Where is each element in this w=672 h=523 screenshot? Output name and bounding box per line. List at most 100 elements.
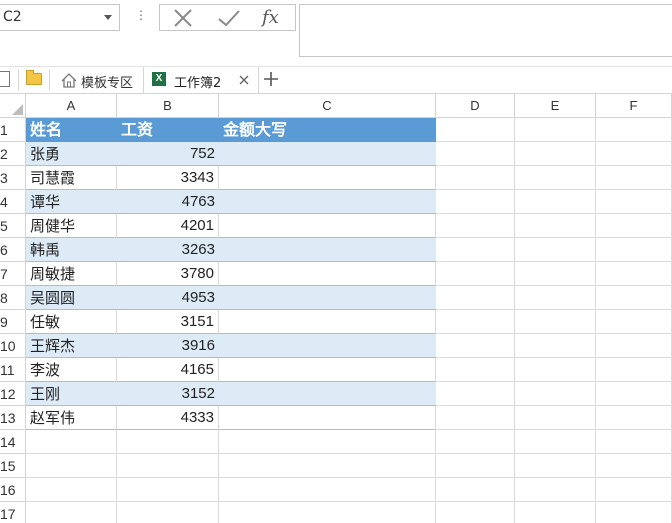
- empty-cell[interactable]: [436, 286, 515, 310]
- empty-cell[interactable]: [596, 286, 672, 310]
- row-header-4[interactable]: 4: [0, 190, 26, 214]
- empty-cell[interactable]: [515, 190, 596, 214]
- empty-cell[interactable]: [436, 214, 515, 238]
- cell-name[interactable]: 王辉杰: [26, 334, 117, 358]
- cell-salary[interactable]: 4165: [117, 358, 219, 382]
- empty-cell[interactable]: [515, 118, 596, 142]
- empty-cell[interactable]: [596, 478, 672, 502]
- empty-cell[interactable]: [596, 358, 672, 382]
- empty-cell[interactable]: [436, 382, 515, 406]
- column-header-d[interactable]: D: [436, 94, 515, 118]
- empty-cell[interactable]: [515, 286, 596, 310]
- empty-cell[interactable]: [117, 478, 219, 502]
- new-document-icon[interactable]: [0, 71, 10, 87]
- column-header-a[interactable]: A: [26, 94, 117, 118]
- row-header-13[interactable]: 13: [0, 406, 26, 430]
- add-tab-icon[interactable]: [262, 70, 280, 88]
- checkmark-icon[interactable]: [214, 7, 244, 29]
- spreadsheet-grid[interactable]: ABCDEF 1 2 3 4 5 6 7 8 9 10 11 12 13 14 15 16 17 姓名 工资 金额大…: [0, 93, 672, 523]
- empty-cell[interactable]: [515, 214, 596, 238]
- empty-cell[interactable]: [596, 382, 672, 406]
- row-header-17[interactable]: 17: [0, 502, 26, 523]
- cell-amount-upper[interactable]: [219, 334, 436, 358]
- empty-cell[interactable]: [436, 406, 515, 430]
- cell-name[interactable]: 谭华: [26, 190, 117, 214]
- empty-cell[interactable]: [515, 430, 596, 454]
- cell-name[interactable]: 司慧霞: [26, 166, 117, 190]
- cell-amount-upper[interactable]: [219, 382, 436, 406]
- empty-cell[interactable]: [596, 406, 672, 430]
- row-header-5[interactable]: 5: [0, 214, 26, 238]
- cell-amount-upper[interactable]: [219, 190, 436, 214]
- close-icon[interactable]: [237, 73, 251, 87]
- cell-salary[interactable]: 3343: [117, 166, 219, 190]
- cancel-x-icon[interactable]: [168, 7, 198, 29]
- cell-salary[interactable]: 3916: [117, 334, 219, 358]
- cell-name[interactable]: 周健华: [26, 214, 117, 238]
- empty-cell[interactable]: [117, 502, 219, 523]
- formula-input[interactable]: [299, 4, 672, 57]
- row-header-9[interactable]: 9: [0, 310, 26, 334]
- header-cell-amount-upper[interactable]: 金额大写: [219, 118, 436, 142]
- empty-cell[interactable]: [515, 142, 596, 166]
- select-all-button[interactable]: [0, 94, 26, 118]
- empty-cell[interactable]: [219, 502, 436, 523]
- cell-amount-upper[interactable]: [219, 214, 436, 238]
- cell-salary[interactable]: 3152: [117, 382, 219, 406]
- cell-salary[interactable]: 4763: [117, 190, 219, 214]
- empty-cell[interactable]: [219, 430, 436, 454]
- cell-salary[interactable]: 4333: [117, 406, 219, 430]
- empty-cell[interactable]: [515, 358, 596, 382]
- empty-cell[interactable]: [436, 430, 515, 454]
- tab-template-zone[interactable]: 模板专区: [55, 67, 141, 93]
- empty-cell[interactable]: [515, 166, 596, 190]
- name-box[interactable]: C2: [0, 4, 120, 31]
- more-options-icon[interactable]: ⋮: [135, 9, 147, 21]
- empty-cell[interactable]: [436, 142, 515, 166]
- cell-salary[interactable]: 3263: [117, 238, 219, 262]
- row-header-16[interactable]: 16: [0, 478, 26, 502]
- cell-name[interactable]: 吴圆圆: [26, 286, 117, 310]
- row-header-12[interactable]: 12: [0, 382, 26, 406]
- row-header-14[interactable]: 14: [0, 430, 26, 454]
- row-header-6[interactable]: 6: [0, 238, 26, 262]
- empty-cell[interactable]: [515, 478, 596, 502]
- empty-cell[interactable]: [596, 214, 672, 238]
- empty-cell[interactable]: [26, 502, 117, 523]
- empty-cell[interactable]: [436, 262, 515, 286]
- row-header-15[interactable]: 15: [0, 454, 26, 478]
- empty-cell[interactable]: [26, 454, 117, 478]
- cell-amount-upper[interactable]: [219, 142, 436, 166]
- chevron-down-icon[interactable]: [104, 15, 112, 20]
- empty-cell[interactable]: [515, 406, 596, 430]
- column-header-c[interactable]: C: [219, 94, 436, 118]
- cell-name[interactable]: 张勇: [26, 142, 117, 166]
- empty-cell[interactable]: [219, 454, 436, 478]
- cell-amount-upper[interactable]: [219, 310, 436, 334]
- column-header-b[interactable]: B: [117, 94, 219, 118]
- empty-cell[interactable]: [219, 478, 436, 502]
- empty-cell[interactable]: [515, 382, 596, 406]
- row-header-1[interactable]: 1: [0, 118, 26, 142]
- empty-cell[interactable]: [436, 118, 515, 142]
- cell-name[interactable]: 赵军伟: [26, 406, 117, 430]
- cell-name[interactable]: 周敏捷: [26, 262, 117, 286]
- empty-cell[interactable]: [596, 166, 672, 190]
- cell-name[interactable]: 李波: [26, 358, 117, 382]
- cell-salary[interactable]: 752: [117, 142, 219, 166]
- cell-salary[interactable]: 3780: [117, 262, 219, 286]
- empty-cell[interactable]: [436, 190, 515, 214]
- empty-cell[interactable]: [436, 166, 515, 190]
- empty-cell[interactable]: [436, 334, 515, 358]
- empty-cell[interactable]: [515, 334, 596, 358]
- row-header-11[interactable]: 11: [0, 358, 26, 382]
- cell-salary[interactable]: 4201: [117, 214, 219, 238]
- empty-cell[interactable]: [596, 310, 672, 334]
- folder-icon[interactable]: [26, 70, 42, 85]
- empty-cell[interactable]: [515, 310, 596, 334]
- empty-cell[interactable]: [436, 502, 515, 523]
- empty-cell[interactable]: [26, 430, 117, 454]
- empty-cell[interactable]: [515, 262, 596, 286]
- cell-amount-upper[interactable]: [219, 238, 436, 262]
- row-header-10[interactable]: 10: [0, 334, 26, 358]
